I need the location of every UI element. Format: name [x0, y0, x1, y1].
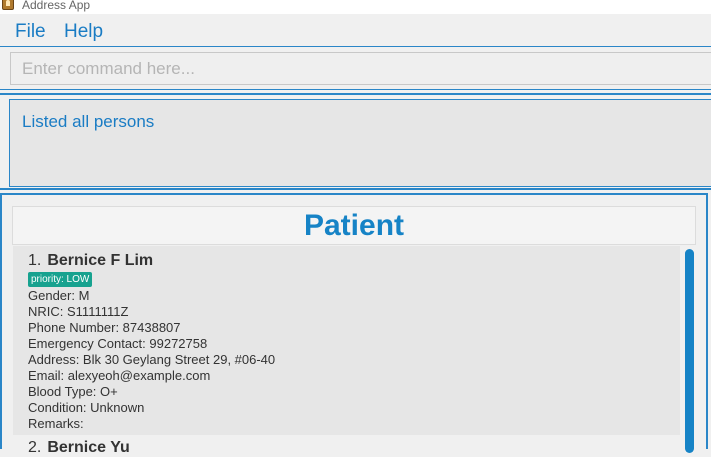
list-header: Patient	[12, 206, 696, 245]
title-bar: Address App	[0, 0, 711, 14]
person-name-row: 2. Bernice Yu	[28, 439, 130, 457]
menu-help[interactable]: Help	[64, 21, 103, 43]
person-index: 2.	[28, 439, 42, 456]
person-condition: Condition: Unknown	[28, 400, 145, 415]
result-text: Listed all persons	[22, 112, 155, 131]
priority-badge: priority: LOW	[28, 272, 93, 287]
person-remarks: Remarks:	[28, 416, 84, 431]
person-name: Bernice F Lim	[47, 252, 154, 269]
person-name: Bernice Yu	[47, 439, 130, 456]
person-phone: Phone Number: 87438807	[28, 320, 181, 335]
person-card[interactable]: 1. Bernice F Lim priority: LOW Gender: M …	[13, 246, 680, 435]
person-list-panel: Patient 1. Bernice F Lim priority: LOW Ge…	[0, 193, 708, 456]
person-name-row: 1. Bernice F Lim	[28, 252, 153, 270]
menu-file[interactable]: File	[15, 21, 46, 43]
menu-bar: File Help	[0, 14, 711, 46]
person-email: Email: alexyeoh@example.com	[28, 368, 211, 383]
person-nric: NRIC: S1111111Z	[28, 304, 129, 319]
list-header-title: Patient	[303, 209, 405, 242]
window-title: Address App	[22, 0, 91, 12]
app-icon	[2, 0, 14, 10]
person-emergency-contact: Emergency Contact: 99272758	[28, 336, 208, 351]
person-index: 1.	[28, 252, 42, 269]
person-address: Address: Blk 30 Geylang Street 29, #06-4…	[28, 352, 276, 367]
list-scrollbar[interactable]	[685, 249, 694, 453]
result-box[interactable]: Listed all persons	[9, 99, 711, 187]
person-card[interactable]: 2. Bernice Yu	[13, 435, 680, 457]
person-gender: Gender: M	[28, 288, 90, 303]
command-box	[0, 46, 711, 90]
command-input[interactable]	[10, 52, 711, 85]
person-blood-type: Blood Type: O+	[28, 384, 118, 399]
result-display: Listed all persons	[0, 93, 711, 190]
